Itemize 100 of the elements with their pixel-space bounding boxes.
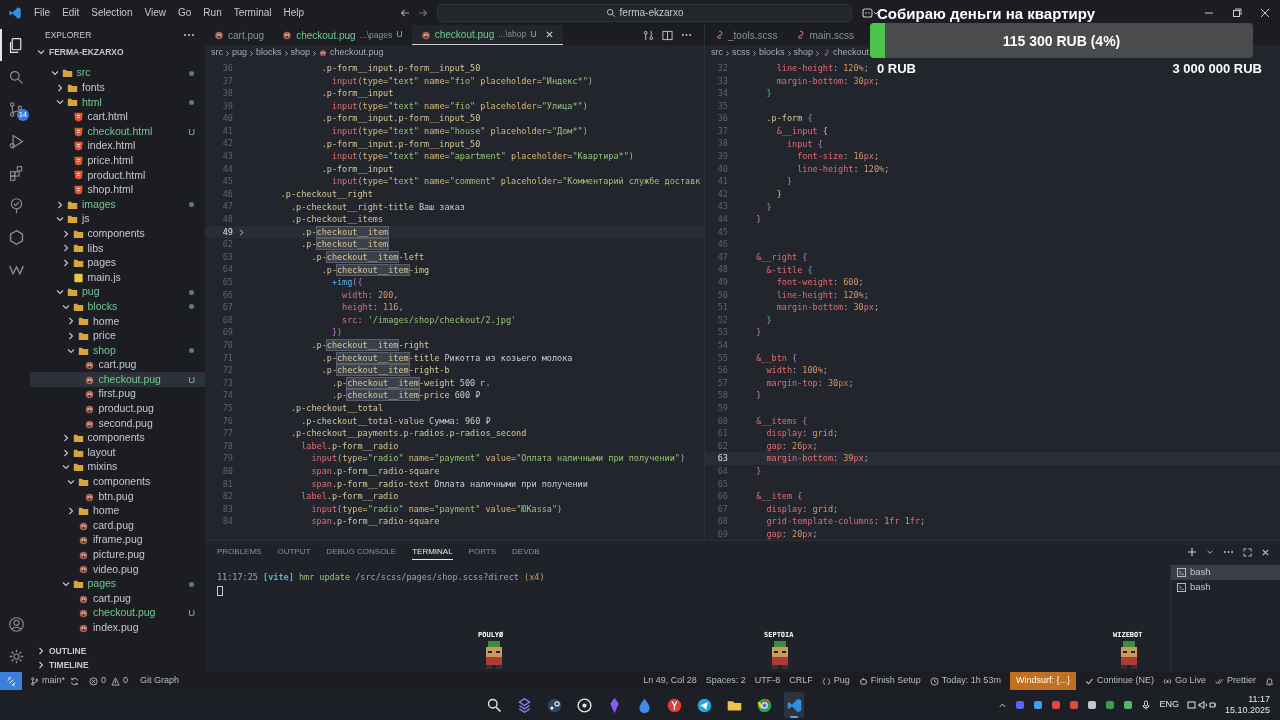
breadcrumb-item[interactable]: blocks [256, 46, 282, 60]
panel-tab[interactable]: PROBLEMS [217, 544, 262, 560]
tree-item[interactable]: cart.pug [30, 591, 205, 606]
close-icon[interactable] [1260, 7, 1270, 18]
tree-item[interactable]: images [30, 197, 205, 212]
status-item[interactable]: Spaces: 2 [705, 672, 746, 690]
tray-app-icon[interactable] [1033, 700, 1044, 710]
git-graph-item[interactable]: Git Graph [140, 674, 180, 688]
tree-item[interactable]: components [30, 226, 205, 242]
panel-tab[interactable]: TERMINAL [412, 544, 453, 560]
panel-tab[interactable]: DEVDB [512, 544, 540, 560]
tray-app-icon[interactable] [1051, 700, 1062, 710]
chevron-right-icon[interactable] [237, 227, 246, 237]
chevron-down-icon[interactable] [1206, 548, 1214, 556]
system-tray-icons[interactable] [1186, 700, 1217, 710]
breadcrumb-item[interactable]: scss [732, 46, 750, 60]
tree-item[interactable]: shop.html [30, 182, 205, 198]
menu-item[interactable]: File [28, 5, 57, 20]
tree-item[interactable]: layout [30, 445, 205, 461]
breadcrumb-item[interactable]: shop [290, 46, 311, 60]
tree-item[interactable]: main.js [30, 270, 205, 285]
tree-item[interactable]: btn.pug [30, 489, 205, 504]
tree-item[interactable]: product.pug [30, 401, 205, 417]
tree-item[interactable]: shop [30, 343, 205, 358]
tree-item[interactable]: card.pug [30, 518, 205, 533]
tree-item[interactable]: first.pug [30, 387, 205, 402]
sidebar-section-header[interactable]: TIMELINE [30, 658, 205, 672]
tree-item[interactable]: home [30, 314, 205, 329]
close-icon[interactable] [544, 30, 554, 39]
tray-app-icon[interactable] [1087, 700, 1098, 710]
run-debug-icon[interactable] [7, 132, 25, 150]
tree-item[interactable]: blocks [30, 299, 205, 315]
tree-item[interactable]: video.pug [30, 562, 205, 577]
breadcrumb-item[interactable]: checkout. [833, 46, 872, 60]
vscode-icon[interactable] [785, 696, 803, 714]
tray-app-icon[interactable] [1069, 700, 1080, 710]
panel-tab[interactable]: OUTPUT [277, 544, 311, 560]
menu-item[interactable]: Help [277, 5, 311, 20]
status-item[interactable]: Pug [821, 672, 850, 690]
account-icon[interactable] [7, 615, 25, 633]
extensions-icon[interactable] [7, 164, 25, 182]
tree-item[interactable]: checkout.pug U [30, 372, 205, 388]
close-icon[interactable] [1261, 547, 1270, 557]
ring-icon[interactable] [575, 696, 593, 714]
keyboard-language[interactable]: ENG [1159, 698, 1179, 712]
tree-item[interactable]: checkout.pug U [30, 605, 205, 621]
maximize-icon[interactable] [1243, 547, 1252, 557]
tree-item[interactable]: checkout.html U [30, 124, 205, 139]
more-actions-icon[interactable] [1223, 550, 1234, 554]
menu-item[interactable]: Edit [56, 5, 86, 20]
tree-item[interactable]: components [30, 430, 205, 446]
status-item[interactable]: UTF-8 [754, 672, 781, 690]
compare-changes-icon[interactable] [643, 29, 654, 41]
menu-item[interactable]: Run [197, 5, 228, 20]
command-search-field[interactable]: ferma-ekzarxo [437, 3, 852, 22]
status-item[interactable]: Windsurf: {...} [1009, 672, 1076, 690]
status-item[interactable]: Go Live [1162, 672, 1206, 690]
breadcrumb-item[interactable]: shop [793, 46, 814, 60]
tree-item[interactable]: libs [30, 241, 205, 256]
tree-item[interactable]: cart.html [30, 109, 205, 125]
bell-icon[interactable] [1265, 676, 1274, 686]
paper-plane-icon[interactable] [695, 696, 713, 714]
chrome-icon[interactable] [755, 696, 773, 714]
split-editor-icon[interactable] [662, 29, 673, 41]
problems-item[interactable]: 0 0 [89, 674, 129, 688]
sidebar-section-header[interactable]: OUTLINE [30, 644, 205, 658]
status-item[interactable]: CRLF [789, 672, 813, 690]
branch-item[interactable]: main* [30, 674, 65, 688]
tree-item[interactable]: mixins [30, 460, 205, 475]
menu-item[interactable]: Go [172, 5, 198, 20]
explorer-section-header[interactable]: FERMA-EKZARXO [30, 45, 205, 59]
tray-app-icon[interactable] [1123, 700, 1134, 710]
more-actions-icon[interactable] [681, 33, 692, 37]
terminal-list-item[interactable]: bash [1171, 565, 1280, 580]
editor-tab[interactable]: checkout.pug ...\shop U [411, 25, 563, 45]
tree-item[interactable]: pages [30, 576, 205, 592]
tree-item[interactable]: index.pug [30, 620, 205, 636]
tree-item[interactable]: html [30, 95, 205, 110]
tree-item[interactable]: pages [30, 255, 205, 271]
status-item[interactable]: Today: 1h 53m [929, 672, 1001, 690]
tree-item[interactable]: pug [30, 284, 205, 300]
breadcrumb-item[interactable]: blocks [759, 46, 785, 60]
panel-tab[interactable]: DEBUG CONSOLE [326, 544, 397, 560]
steam-icon[interactable] [545, 696, 563, 714]
tree-item[interactable]: components [30, 474, 205, 490]
restore-icon[interactable] [1232, 7, 1242, 18]
tree-item[interactable]: src [30, 66, 205, 81]
breadcrumb-item[interactable]: src [711, 46, 723, 60]
status-item[interactable]: Prettier [1215, 672, 1256, 690]
sync-icon[interactable] [70, 676, 79, 686]
status-item[interactable]: Ln 49, Col 28 [643, 672, 697, 690]
tree-item[interactable]: picture.pug [30, 547, 205, 563]
search-icon[interactable] [485, 696, 503, 714]
tree-item[interactable]: iframe.pug [30, 533, 205, 548]
hexagon-icon[interactable] [7, 228, 25, 246]
tree-item[interactable]: second.pug [30, 416, 205, 431]
tree-item[interactable]: product.html [30, 168, 205, 183]
plus-icon[interactable] [1187, 547, 1197, 557]
menu-item[interactable]: Terminal [227, 5, 278, 20]
clock[interactable]: 11:17 15.10.2025 [1224, 694, 1270, 716]
